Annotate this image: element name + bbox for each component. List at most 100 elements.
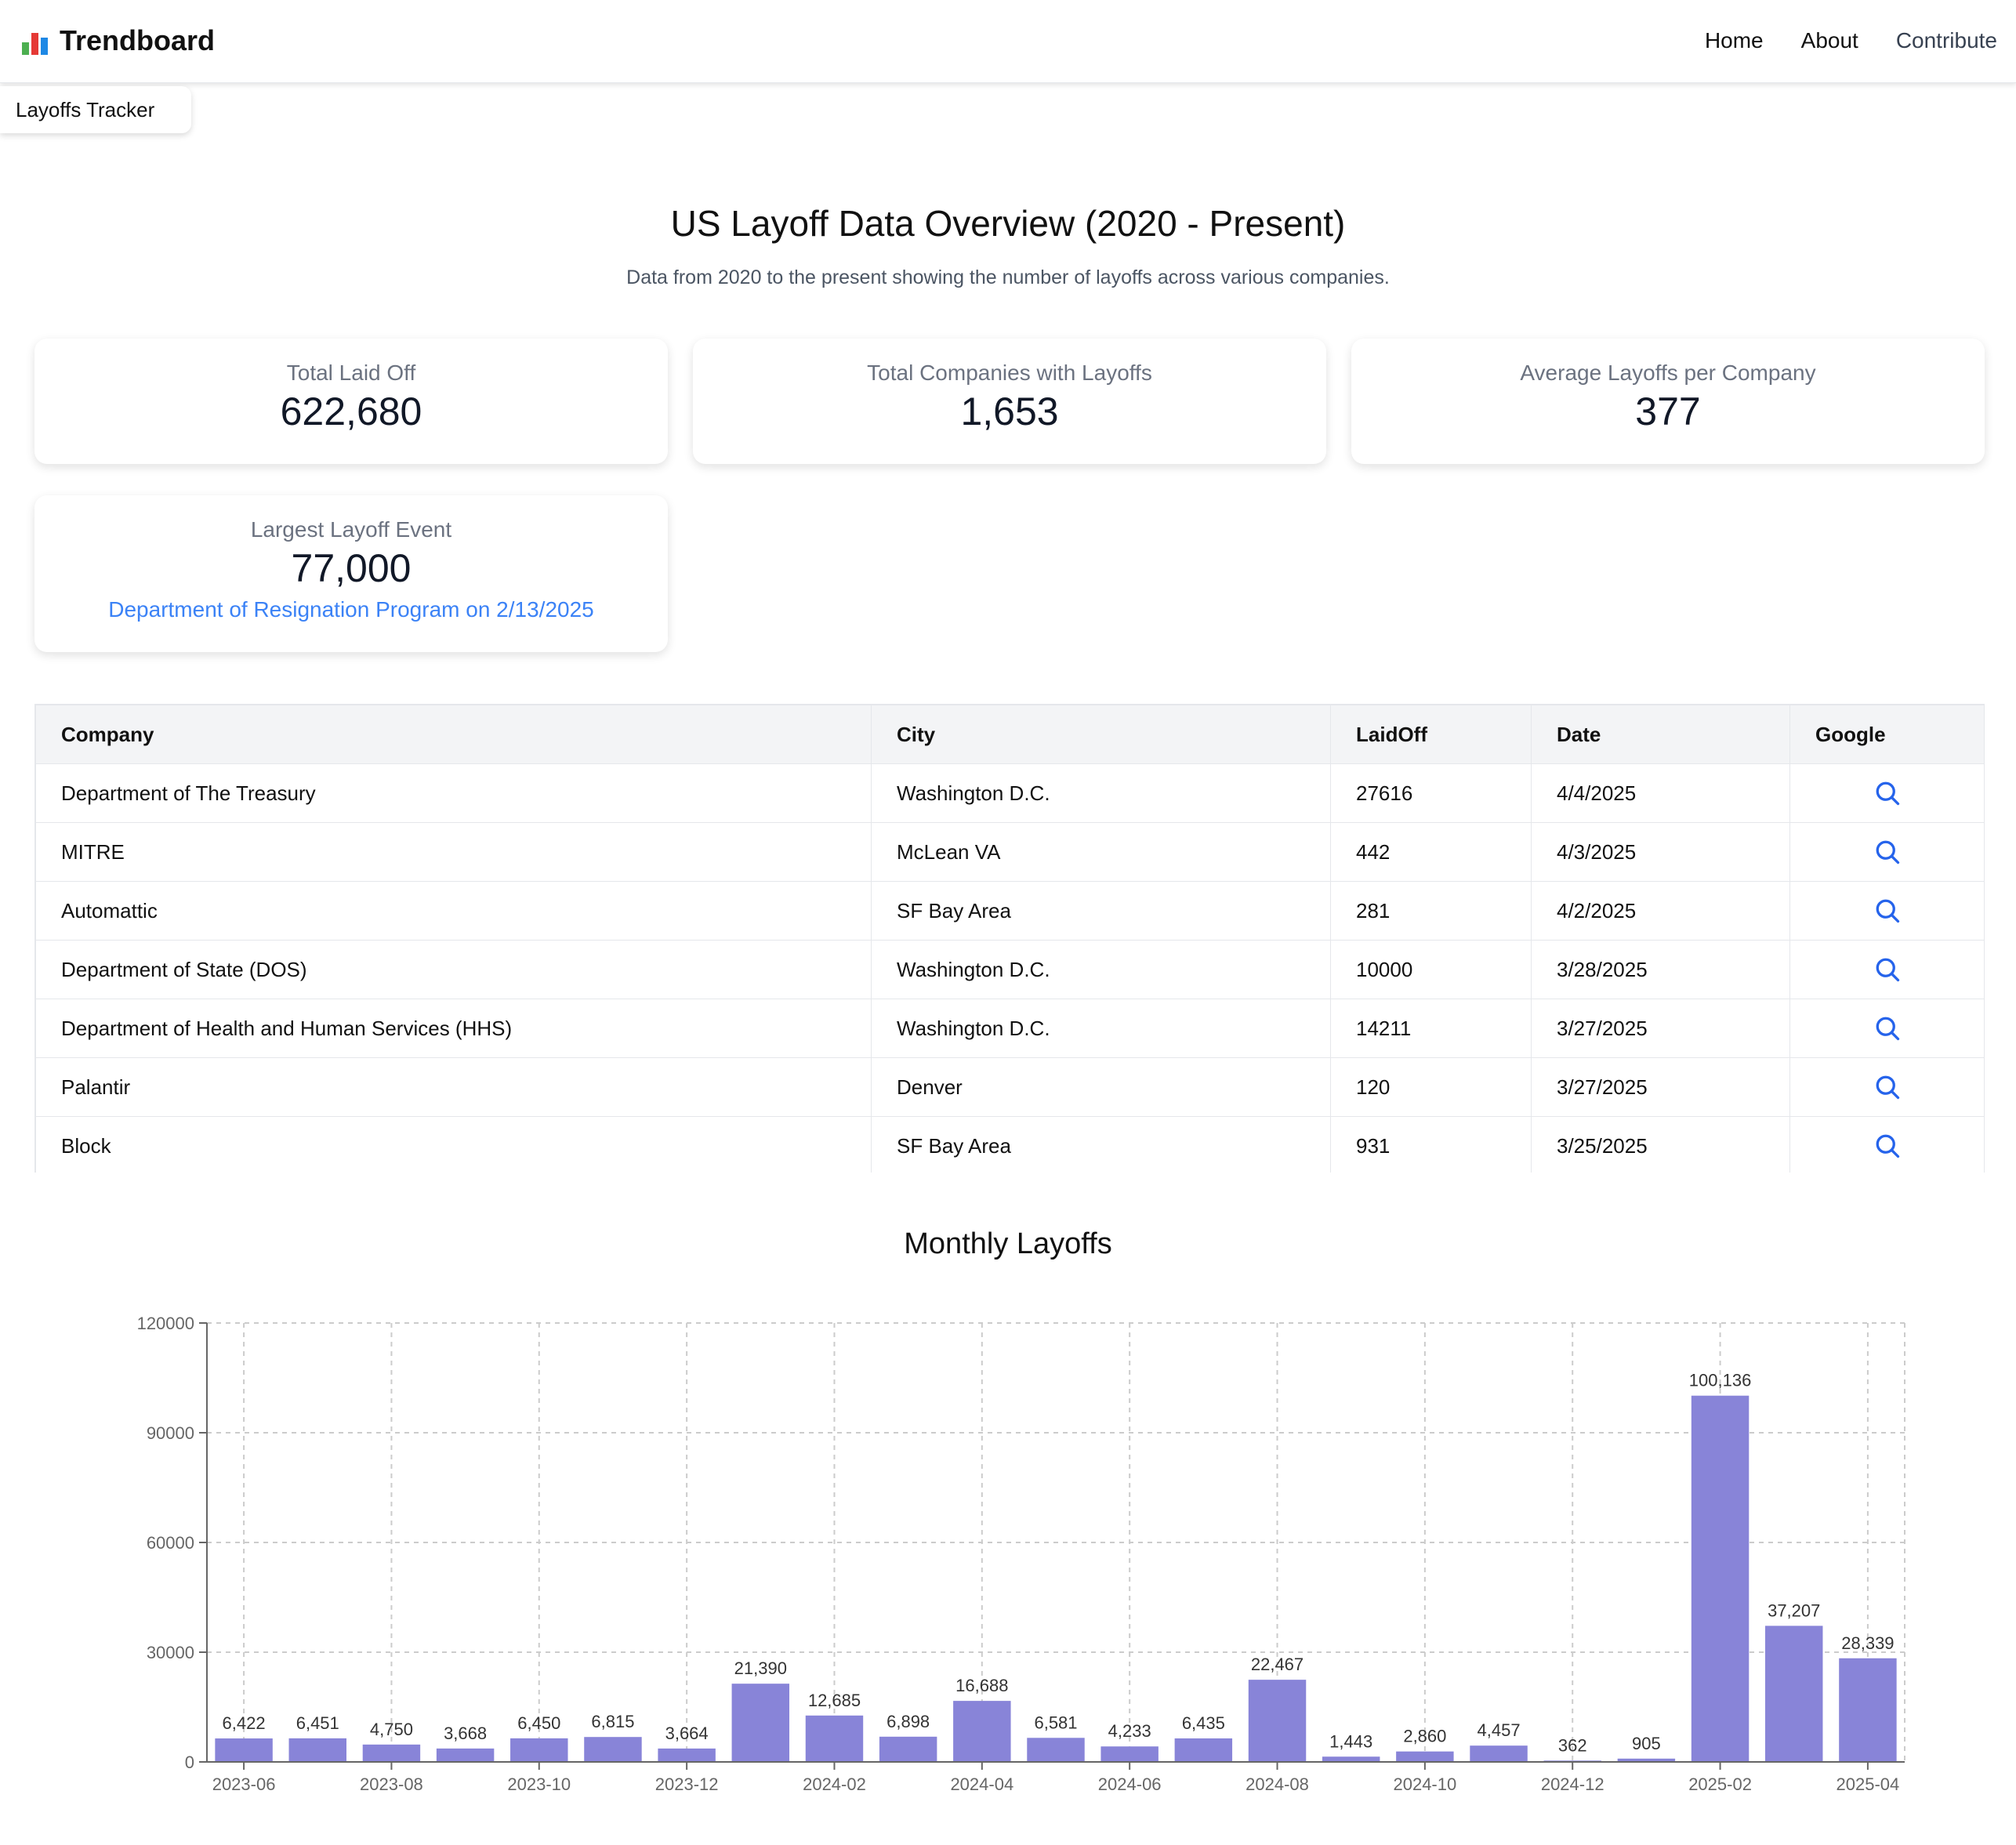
data-label: 6,898 [887,1712,930,1731]
cell-laidoff: 10000 [1330,940,1532,999]
bar [879,1736,937,1762]
bar [658,1748,716,1762]
data-label: 1,443 [1329,1731,1372,1751]
data-label: 3,668 [444,1724,487,1743]
y-tick-label: 60000 [147,1533,194,1553]
cell-company: Department of Health and Human Services … [35,999,872,1058]
search-icon[interactable] [1873,1133,1902,1158]
x-tick-label: 2024-06 [1098,1774,1162,1794]
largest-event-link[interactable]: Department of Resignation Program on 2/1… [34,597,668,622]
data-label: 4,233 [1108,1721,1151,1741]
search-icon[interactable] [1873,956,1902,982]
stat-label: Total Companies with Layoffs [867,361,1152,385]
cell-date: 4/3/2025 [1531,822,1790,882]
cell-laidoff: 281 [1330,881,1532,941]
data-label: 6,422 [223,1713,266,1733]
data-label: 905 [1632,1734,1661,1753]
cell-city: Washington D.C. [871,940,1331,999]
cell-laidoff: 442 [1330,822,1532,882]
layoffs-table-container[interactable]: Company City LaidOff Date Google Departm… [34,704,1985,1173]
cell-city: Washington D.C. [871,999,1331,1058]
cell-laidoff: 120 [1330,1057,1532,1117]
table-row: Department of Health and Human Services … [35,999,1984,1058]
cell-date: 3/27/2025 [1531,1057,1790,1117]
cell-google [1789,1116,1984,1173]
column-header-city[interactable]: City [871,705,1331,764]
data-label: 362 [1558,1735,1587,1755]
cell-google [1789,999,1984,1058]
bar [436,1748,495,1762]
column-header-laidoff[interactable]: LaidOff [1330,705,1532,764]
chart-title: Monthly Layoffs [904,1227,1112,1260]
search-icon[interactable] [1873,897,1902,923]
cell-google [1789,822,1984,882]
data-label: 16,688 [955,1676,1008,1695]
cell-laidoff: 14211 [1330,999,1532,1058]
cell-city: Denver [871,1057,1331,1117]
brand[interactable]: Trendboard [22,17,215,64]
bar [1396,1751,1454,1762]
cell-laidoff: 27616 [1330,763,1532,823]
y-tick-label: 90000 [147,1423,194,1443]
layoffs-tracker-tab[interactable]: Layoffs Tracker [0,86,191,133]
cell-google [1789,881,1984,941]
stat-value: 77,000 [291,546,412,590]
data-label: 4,750 [370,1720,413,1739]
cell-date: 3/25/2025 [1531,1116,1790,1173]
search-icon[interactable] [1873,1015,1902,1041]
cell-city: McLean VA [871,822,1331,882]
data-label: 21,390 [734,1658,787,1678]
stat-card-total-laid-off: Total Laid Off 622,680 [34,339,668,464]
page-title: US Layoff Data Overview (2020 - Present) [670,203,1346,244]
data-label: 6,815 [591,1712,634,1731]
bar [288,1738,346,1762]
cell-laidoff: 931 [1330,1116,1532,1173]
stat-card-largest-event: Largest Layoff Event 77,000 Department o… [34,495,668,652]
x-tick-label: 2023-12 [655,1774,719,1794]
x-tick-label: 2025-04 [1837,1774,1900,1794]
data-label: 100,136 [1689,1371,1752,1390]
data-label: 3,664 [665,1724,709,1743]
data-label: 2,860 [1403,1727,1446,1746]
navbar: Trendboard Home About Contribute [0,0,2016,83]
data-label: 28,339 [1841,1633,1894,1653]
table-header-row: Company City LaidOff Date Google [35,705,1984,764]
cell-date: 4/4/2025 [1531,763,1790,823]
bar [1322,1756,1380,1762]
data-label: 6,451 [296,1713,339,1733]
bar [1470,1745,1528,1762]
bar [1248,1680,1307,1762]
bar [805,1715,864,1762]
cell-company: Automattic [35,881,872,941]
cell-google [1789,763,1984,823]
bar [1839,1658,1897,1762]
nav-home-link[interactable]: Home [1705,28,1764,53]
search-icon[interactable] [1873,780,1902,806]
stat-value: 622,680 [280,390,422,433]
bar [215,1738,273,1762]
column-header-company[interactable]: Company [35,705,872,764]
y-tick-label: 120000 [137,1314,194,1333]
stat-value: 1,653 [960,390,1059,433]
x-tick-label: 2023-08 [360,1774,423,1794]
cell-company: MITRE [35,822,872,882]
x-tick-label: 2025-02 [1688,1774,1752,1794]
nav-contribute-link[interactable]: Contribute [1896,28,1997,53]
nav-links: Home About Contribute [1667,17,1997,64]
bar-chart-icon [22,27,49,55]
bar [1174,1738,1233,1762]
bar [1100,1746,1158,1762]
nav-about-link[interactable]: About [1801,28,1858,53]
column-header-date[interactable]: Date [1531,705,1790,764]
table-body: Department of The Treasury Washington D.C… [35,763,1984,1173]
bar [510,1738,568,1762]
y-tick-label: 0 [185,1753,194,1772]
x-tick-label: 2024-08 [1245,1774,1309,1794]
search-icon[interactable] [1873,839,1902,865]
search-icon[interactable] [1873,1074,1902,1100]
bar [1691,1395,1749,1762]
stat-value: 377 [1635,390,1701,433]
x-tick-label: 2024-04 [950,1774,1013,1794]
cell-date: 4/2/2025 [1531,881,1790,941]
column-header-google: Google [1789,705,1984,764]
